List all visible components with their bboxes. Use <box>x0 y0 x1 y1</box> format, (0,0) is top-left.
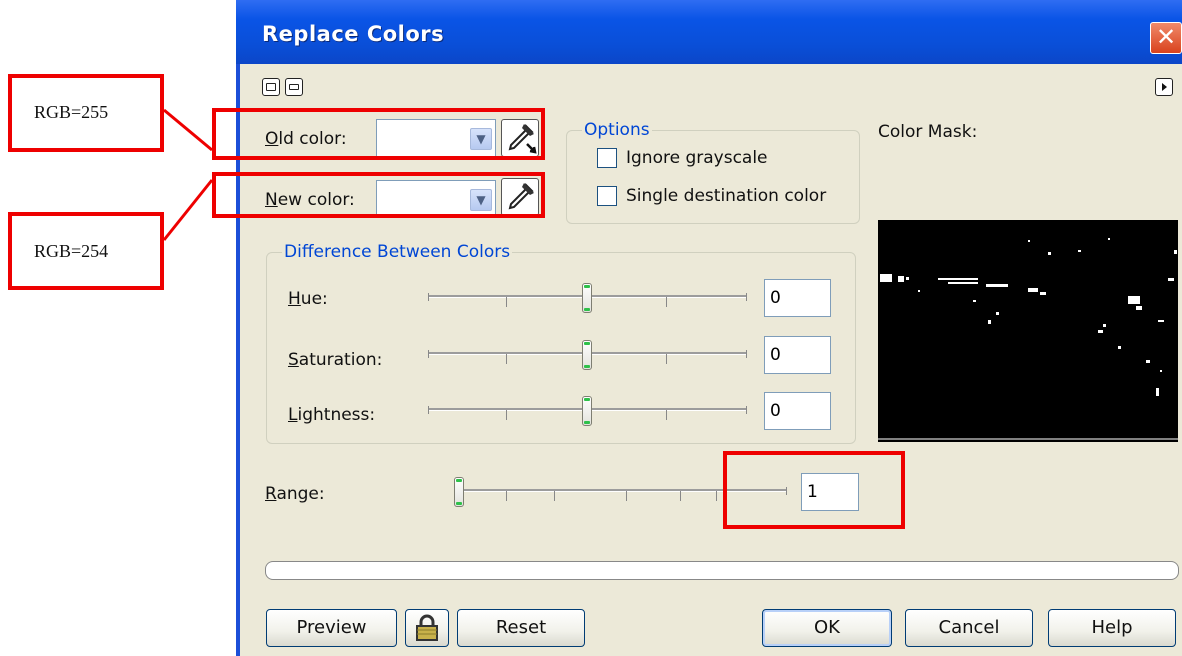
lightness-slider[interactable] <box>428 396 747 426</box>
progress-bar <box>265 561 1179 580</box>
saturation-slider[interactable] <box>428 340 747 370</box>
options-group-title: Options <box>582 120 652 140</box>
color-mask-preview <box>878 220 1178 442</box>
saturation-input[interactable]: 0 <box>764 336 831 374</box>
range-slider-thumb[interactable] <box>454 477 464 507</box>
color-mask-label: Color Mask: <box>878 122 978 142</box>
lightness-label: Lightness: <box>288 405 376 425</box>
lightness-slider-thumb[interactable] <box>582 396 592 426</box>
highlight-range-value <box>723 451 905 529</box>
hue-slider-thumb[interactable] <box>582 283 592 313</box>
reset-button[interactable]: Reset <box>457 609 585 647</box>
mask-speckles <box>878 238 1178 440</box>
options-group <box>566 130 860 224</box>
ignore-grayscale-label: Ignore grayscale <box>626 148 768 168</box>
preview-button[interactable]: Preview <box>266 609 397 647</box>
highlight-old-color-row <box>212 108 545 160</box>
cancel-button[interactable]: Cancel <box>905 609 1033 647</box>
close-button[interactable]: ✕ <box>1150 22 1182 54</box>
single-destination-label: Single destination color <box>626 186 827 206</box>
range-label: Range: <box>265 484 325 504</box>
highlight-new-color-row <box>212 172 545 218</box>
ignore-grayscale-checkbox[interactable] <box>597 148 617 168</box>
help-button[interactable]: Help <box>1048 609 1176 647</box>
saturation-slider-thumb[interactable] <box>582 340 592 370</box>
lock-icon <box>416 614 438 641</box>
flyout-arrow-icon[interactable] <box>1155 78 1173 96</box>
hue-input[interactable]: 0 <box>764 279 831 317</box>
saturation-label: Saturation: <box>288 350 383 370</box>
single-destination-checkbox[interactable] <box>597 186 617 206</box>
lock-preview-button[interactable] <box>405 609 449 647</box>
ok-button[interactable]: OK <box>762 609 892 647</box>
lightness-input[interactable]: 0 <box>764 392 831 430</box>
